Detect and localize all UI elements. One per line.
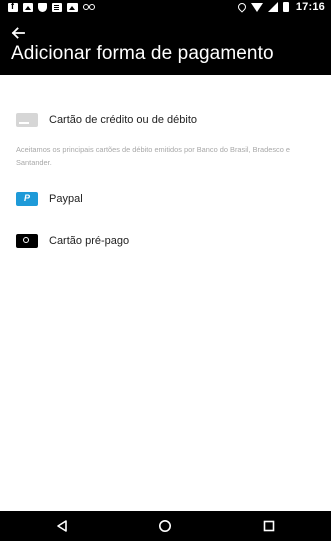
option-label: Cartão pré-pago (49, 235, 130, 247)
nav-back-button[interactable] (55, 519, 69, 533)
navigation-bar (0, 511, 331, 541)
wifi-icon (250, 2, 263, 12)
circle-home-icon (159, 520, 171, 532)
photo-icon (67, 3, 78, 12)
location-icon (236, 0, 248, 13)
option-label: Cartão de crédito ou de débito (49, 114, 197, 126)
arrow-left-icon (11, 27, 25, 39)
prepaid-card-icon (16, 234, 38, 248)
triangle-back-icon (57, 520, 67, 532)
square-recents-icon (263, 520, 275, 532)
status-bar: 17:16 (0, 0, 331, 16)
option-prepaid-card[interactable]: Cartão pré-pago (0, 221, 331, 261)
system-icons: 17:16 (236, 0, 325, 13)
option-credit-debit-card[interactable]: Cartão de crédito ou de débito (0, 100, 331, 140)
nav-recents-button[interactable] (262, 519, 276, 533)
option-paypal[interactable]: Paypal (0, 179, 331, 219)
signal-icon (267, 2, 278, 12)
option-label: Paypal (49, 193, 83, 205)
battery-icon (282, 2, 289, 12)
nav-home-button[interactable] (158, 519, 172, 533)
credit-card-icon (16, 113, 38, 127)
voicemail-icon (83, 3, 95, 12)
app-bar: Adicionar forma de pagamento (0, 16, 331, 75)
page-title: Adicionar forma de pagamento (11, 43, 274, 64)
facebook-icon (8, 1, 18, 12)
accepted-cards-note: Aceitamos os principais cartões de débit… (16, 145, 291, 167)
document-icon (52, 3, 62, 12)
screen: 17:16 Adicionar forma de pagamento Cartã… (0, 0, 331, 541)
paypal-icon (16, 192, 38, 206)
shield-icon (38, 3, 47, 12)
notification-icons (8, 1, 95, 12)
back-button[interactable] (9, 24, 27, 42)
status-time: 17:16 (295, 1, 325, 13)
gallery-icon (23, 3, 33, 12)
